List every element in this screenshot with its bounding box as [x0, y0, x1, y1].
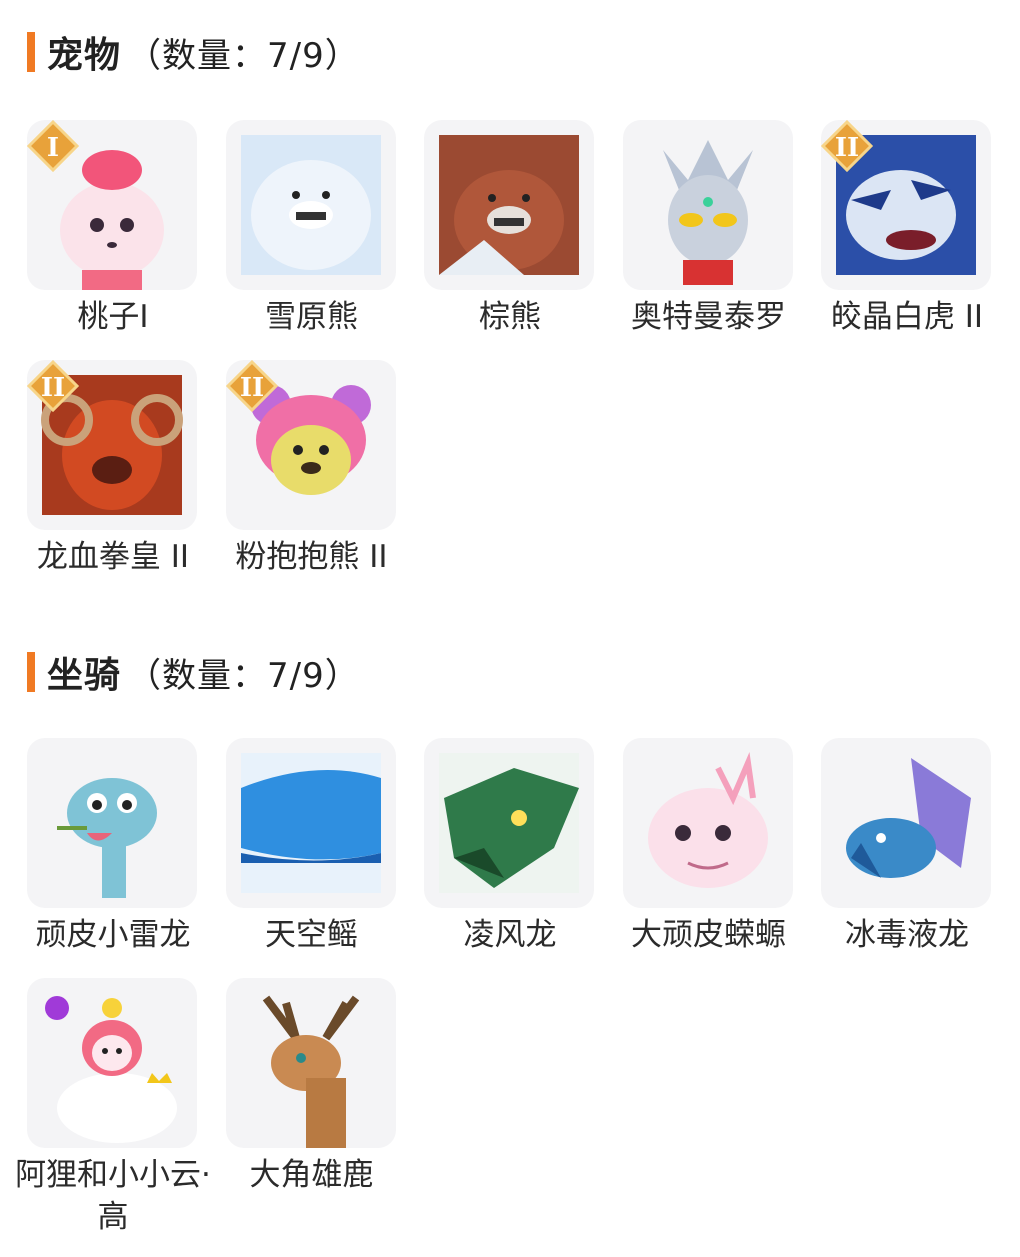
rank-badge-icon: II [821, 120, 873, 172]
pet-item[interactable]: II 龙血拳皇 II [27, 360, 199, 578]
pet-item[interactable]: 雪原熊 [225, 120, 398, 338]
pets-section-title: 宠物 [47, 35, 122, 76]
pet-item-label: 桃子I [77, 299, 149, 335]
pet-item[interactable]: 奥特曼泰罗 [622, 120, 795, 338]
rank-badge-icon: II [225, 360, 278, 412]
svg-text:II: II [41, 373, 65, 403]
rank-badge-icon: I [27, 120, 79, 172]
mounts-section-header: 坐骑 （数量：7/9） [27, 650, 360, 696]
section-accent-bar [27, 652, 35, 692]
pet-item-label: 奥特曼泰罗 [631, 299, 786, 335]
section-accent-bar [27, 32, 35, 72]
mount-item[interactable]: 大角雄鹿 [225, 978, 398, 1196]
pets-section-header: 宠物 （数量：7/9） [27, 30, 360, 76]
big-antler-stag-mount-icon [225, 978, 396, 1148]
mounts-section-title: 坐骑 [47, 655, 122, 696]
pets-section-count: （数量：7/9） [127, 35, 360, 76]
wind-dragon-mount-icon [424, 738, 594, 908]
mount-item-label: 大顽皮蝾螈 [631, 917, 786, 953]
mount-item[interactable]: 顽皮小雷龙 [27, 738, 199, 956]
brown-bear-pet-icon [424, 120, 594, 290]
mount-item[interactable]: 阿狸和小小云·高 [15, 978, 211, 1238]
pink-hug-bear-pet-icon: II [225, 360, 396, 530]
mount-item[interactable]: 冰毒液龙 [821, 738, 993, 956]
pet-item-label: 棕熊 [479, 299, 541, 335]
pet-item[interactable]: 棕熊 [424, 120, 596, 338]
pet-item[interactable]: I 桃子I [27, 120, 199, 338]
pet-item-label: 雪原熊 [265, 299, 358, 335]
pet-item-label: 皎晶白虎 II [830, 299, 984, 335]
mount-item-label: 冰毒液龙 [845, 917, 969, 953]
pet-item[interactable]: II 皎晶白虎 II [821, 120, 993, 338]
mount-item-label: 天空鳐 [265, 917, 358, 953]
svg-text:I: I [47, 133, 59, 163]
big-naughty-axolotl-mount-icon [622, 738, 793, 908]
sky-ray-mount-icon [225, 738, 396, 908]
mount-item-label: 凌风龙 [463, 917, 557, 953]
pet-item-label: 粉抱抱熊 II [235, 539, 388, 575]
naughty-little-dragon-mount-icon [27, 738, 197, 908]
svg-text:II: II [835, 133, 859, 163]
ali-and-little-cloud-mount-icon [27, 978, 197, 1148]
mounts-section-count: （数量：7/9） [127, 655, 360, 696]
mount-item-label: 顽皮小雷龙 [35, 917, 191, 953]
ice-venom-dragon-mount-icon [821, 738, 991, 908]
dragon-blood-fist-king-pet-icon: II [27, 360, 197, 530]
snow-bear-pet-icon [225, 120, 396, 290]
mount-item[interactable]: 天空鳐 [225, 738, 398, 956]
pet-item-label: 龙血拳皇 II [36, 539, 190, 575]
collection-page: 宠物 （数量：7/9） I 桃子I 雪原熊 棕熊 奥特曼泰罗 II 皎晶白虎 II II 龙血拳… [0, 0, 1020, 1257]
ultraman-taro-pet-icon [622, 120, 793, 290]
mount-item[interactable]: 凌风龙 [424, 738, 596, 956]
crystal-white-tiger-pet-icon: II [821, 120, 991, 290]
svg-text:II: II [239, 373, 263, 403]
mount-item-label: 大角雄鹿 [249, 1157, 374, 1193]
pink-fox-pet-icon: I [27, 120, 197, 290]
mount-item[interactable]: 大顽皮蝾螈 [622, 738, 795, 956]
mount-item-label: 阿狸和小小云·高 [15, 1157, 211, 1235]
rank-badge-icon: II [27, 360, 79, 412]
pet-item[interactable]: II 粉抱抱熊 II [225, 360, 398, 578]
